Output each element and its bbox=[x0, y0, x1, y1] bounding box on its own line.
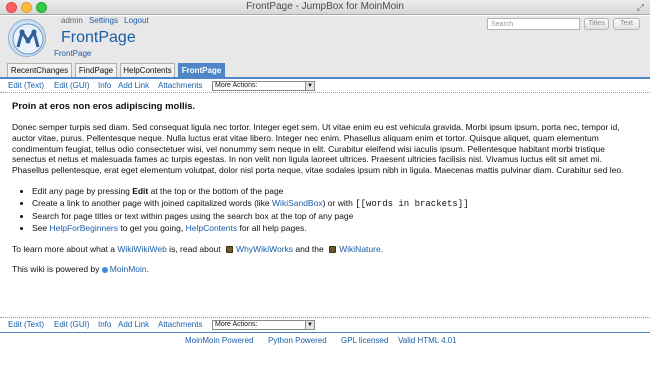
edit-text-link[interactable]: Edit (Text) bbox=[8, 81, 44, 91]
wikisandbox-link[interactable]: WikiSandBox bbox=[272, 198, 323, 208]
chevron-down-icon: ▼ bbox=[305, 82, 314, 90]
tab-recentchanges[interactable]: RecentChanges bbox=[7, 63, 72, 78]
powered-paragraph: This wiki is powered by MoinMoin. bbox=[12, 264, 634, 275]
intro-heading: Proin at eros non eros adipiscing mollis… bbox=[12, 101, 196, 112]
helpcontents-link[interactable]: HelpContents bbox=[186, 223, 238, 233]
top-dotted-divider bbox=[0, 92, 650, 93]
edit-gui-link[interactable]: Edit (GUI) bbox=[54, 320, 90, 330]
list-text: See bbox=[32, 222, 50, 233]
settings-link[interactable]: Settings bbox=[89, 16, 118, 25]
chevron-down-icon: ▼ bbox=[305, 321, 314, 329]
bottom-action-bar: Edit (Text) Edit (GUI) Info Add Link Att… bbox=[0, 320, 650, 331]
interwiki-icon bbox=[226, 246, 234, 254]
more-actions-value: More Actions: bbox=[215, 82, 258, 89]
helpforbeginners-link[interactable]: HelpForBeginners bbox=[50, 223, 119, 233]
user-links: admin Settings Logout bbox=[61, 16, 153, 25]
edit-keyword: Edit bbox=[132, 185, 149, 196]
attachments-link[interactable]: Attachments bbox=[158, 81, 202, 91]
wiki-header: admin Settings Logout FrontPage FrontPag… bbox=[0, 16, 650, 78]
moinmoin-link[interactable]: MoinMoin bbox=[110, 264, 147, 274]
list-text: for all help pages. bbox=[237, 222, 307, 233]
page-title-link[interactable]: FrontPage bbox=[54, 49, 91, 58]
search-input[interactable]: Search bbox=[487, 18, 580, 30]
list-text: at the top or the bottom of the page bbox=[148, 185, 284, 196]
info-link[interactable]: Info bbox=[98, 320, 111, 330]
valid-html-link[interactable]: Valid HTML 4.01 bbox=[398, 336, 457, 345]
para-text: This wiki is powered by bbox=[12, 263, 102, 274]
search-titles-button[interactable]: Titles bbox=[584, 18, 609, 30]
top-action-bar: Edit (Text) Edit (GUI) Info Add Link Att… bbox=[0, 81, 650, 92]
footer-divider bbox=[0, 332, 650, 333]
list-text: Create a link to another page with joine… bbox=[32, 197, 273, 208]
logo-icon bbox=[12, 23, 44, 55]
interwiki-icon bbox=[329, 246, 337, 254]
attachments-link[interactable]: Attachments bbox=[158, 320, 202, 330]
search-text-button[interactable]: Text bbox=[613, 18, 640, 30]
wikiwikiweb-link[interactable]: WikiWikiWeb bbox=[117, 244, 166, 254]
page-content: Proin at eros non eros adipiscing mollis… bbox=[12, 101, 634, 275]
header-divider bbox=[0, 77, 650, 79]
list-item: Edit any page by pressing Edit at the to… bbox=[32, 185, 634, 197]
tab-frontpage[interactable]: FrontPage bbox=[178, 63, 225, 78]
more-actions-select[interactable]: More Actions: ▼ bbox=[212, 320, 315, 330]
para-text: . bbox=[380, 243, 384, 254]
list-text: Edit any page by pressing bbox=[32, 185, 133, 196]
learn-paragraph: To learn more about what a WikiWikiWeb i… bbox=[12, 244, 634, 255]
python-powered-link[interactable]: Python Powered bbox=[268, 336, 327, 345]
list-item: See HelpForBeginners to get you going, H… bbox=[32, 222, 634, 234]
info-link[interactable]: Info bbox=[98, 81, 111, 91]
add-link-link[interactable]: Add Link bbox=[118, 81, 149, 91]
whywikiworks-link[interactable]: WhyWikiWorks bbox=[236, 244, 293, 254]
lorem-paragraph: Donec semper turpis sed diam. Sed conseq… bbox=[12, 122, 624, 176]
add-link-link[interactable]: Add Link bbox=[118, 320, 149, 330]
edit-text-link[interactable]: Edit (Text) bbox=[8, 320, 44, 330]
help-list: Edit any page by pressing Edit at the to… bbox=[12, 185, 634, 234]
para-text: To learn more about what a bbox=[12, 243, 118, 254]
title-bar: FrontPage - JumpBox for MoinMoin ⤢ bbox=[0, 0, 650, 15]
globe-icon bbox=[101, 266, 108, 273]
list-text: Search for page titles or text within pa… bbox=[32, 210, 354, 221]
window-title: FrontPage - JumpBox for MoinMoin bbox=[246, 1, 404, 12]
wikinature-link[interactable]: WikiNature bbox=[339, 244, 381, 254]
site-name-link[interactable]: FrontPage bbox=[61, 29, 136, 47]
logout-link[interactable]: Logout bbox=[124, 16, 148, 25]
browser-window: FrontPage - JumpBox for MoinMoin ⤢ admin… bbox=[0, 0, 650, 389]
fullscreen-icon[interactable]: ⤢ bbox=[637, 2, 644, 13]
moinmoin-logo[interactable] bbox=[8, 19, 46, 57]
para-text: . bbox=[146, 263, 149, 274]
list-text: to get you going, bbox=[118, 222, 186, 233]
list-item: Create a link to another page with joine… bbox=[32, 197, 634, 210]
more-actions-select[interactable]: More Actions: ▼ bbox=[212, 81, 315, 91]
brackets-code: [[words in brackets]] bbox=[355, 198, 469, 209]
para-text: and the bbox=[293, 243, 327, 254]
list-text: ) or with bbox=[322, 197, 356, 208]
bottom-dotted-divider bbox=[0, 317, 650, 318]
tab-findpage[interactable]: FindPage bbox=[75, 63, 117, 78]
para-text: is, read about bbox=[166, 243, 224, 254]
gpl-licensed-link[interactable]: GPL licensed bbox=[341, 336, 388, 345]
username-link[interactable]: admin bbox=[61, 16, 83, 25]
more-actions-value: More Actions: bbox=[215, 321, 258, 328]
moinmoin-powered-link[interactable]: MoinMoin Powered bbox=[185, 336, 253, 345]
edit-gui-link[interactable]: Edit (GUI) bbox=[54, 81, 90, 91]
tab-helpcontents[interactable]: HelpContents bbox=[120, 63, 175, 78]
list-item: Search for page titles or text within pa… bbox=[32, 210, 634, 222]
